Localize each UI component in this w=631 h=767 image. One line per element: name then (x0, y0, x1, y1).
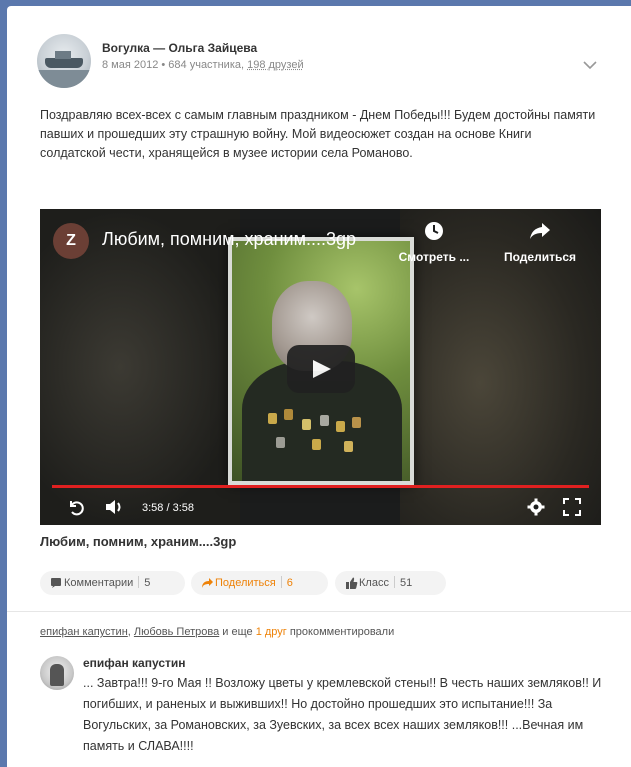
thumbs-up-icon (346, 577, 358, 589)
comment-text: ... Завтра!!! 9-го Мая !! Возложу цветы … (83, 676, 602, 753)
group-avatar[interactable] (37, 34, 91, 88)
video-title[interactable]: Любим, помним, храним....3gp (102, 229, 356, 250)
comments-label: Комментарии (64, 577, 134, 589)
comment-icon (51, 578, 61, 588)
progress-bar[interactable] (52, 485, 589, 488)
post-card: Вогулка — Ольга Зайцева 8 мая 2012 • 684… (7, 6, 631, 767)
watch-later-button[interactable]: Смотреть ... (394, 221, 474, 264)
comments-count: 5 (144, 577, 151, 589)
channel-avatar[interactable]: Z (53, 223, 89, 259)
comments-button[interactable]: Комментарии 5 (40, 571, 185, 595)
comment-summary: епифан капустин, Любовь Петрова и еще 1 … (40, 626, 395, 638)
commenter-link-1[interactable]: епифан капустин (40, 626, 128, 638)
clock-icon (425, 222, 443, 240)
post-author[interactable]: Вогулка — Ольга Зайцева (102, 41, 257, 55)
chevron-down-icon[interactable] (583, 60, 597, 70)
share-pill-label: Поделиться (215, 577, 276, 589)
commenter-avatar[interactable] (40, 656, 74, 690)
more-friends-link[interactable]: 1 друг (256, 626, 287, 638)
share-icon (202, 578, 213, 588)
play-button[interactable] (287, 345, 355, 393)
play-icon (313, 360, 331, 378)
like-button[interactable]: Класс 51 (335, 571, 446, 595)
divider (7, 611, 631, 612)
video-time: 3:58 / 3:58 (142, 502, 194, 514)
like-label: Класс (359, 577, 389, 589)
settings-gear-icon[interactable] (526, 497, 546, 517)
friends-link[interactable]: 198 друзей (247, 59, 304, 71)
commenter-link-2[interactable]: Любовь Петрова (134, 626, 219, 638)
video-caption[interactable]: Любим, помним, храним....3gp (40, 534, 236, 549)
fullscreen-icon[interactable] (562, 497, 582, 517)
post-date: 8 мая 2012 • 684 участника, (102, 59, 248, 71)
video-player[interactable]: Z Любим, помним, храним....3gp Смотреть … (40, 209, 601, 525)
replay-icon[interactable] (66, 497, 86, 517)
post-text: Поздравляю всех-всех с самым главным пра… (40, 108, 596, 160)
progress-fill (52, 485, 589, 488)
watch-label: Смотреть ... (398, 250, 470, 264)
like-count: 51 (399, 577, 413, 589)
share-label: Поделиться (503, 250, 577, 264)
video-share-button[interactable]: Поделиться (492, 221, 588, 264)
volume-icon[interactable] (104, 497, 126, 517)
share-button[interactable]: Поделиться 6 (191, 571, 328, 595)
share-count: 6 (286, 577, 293, 589)
post-meta: 8 мая 2012 • 684 участника, 198 друзей (102, 59, 304, 71)
share-arrow-icon (530, 223, 550, 239)
comment-author[interactable]: епифан капустин (83, 656, 186, 670)
post-header: Вогулка — Ольга Зайцева 8 мая 2012 • 684… (37, 34, 597, 90)
